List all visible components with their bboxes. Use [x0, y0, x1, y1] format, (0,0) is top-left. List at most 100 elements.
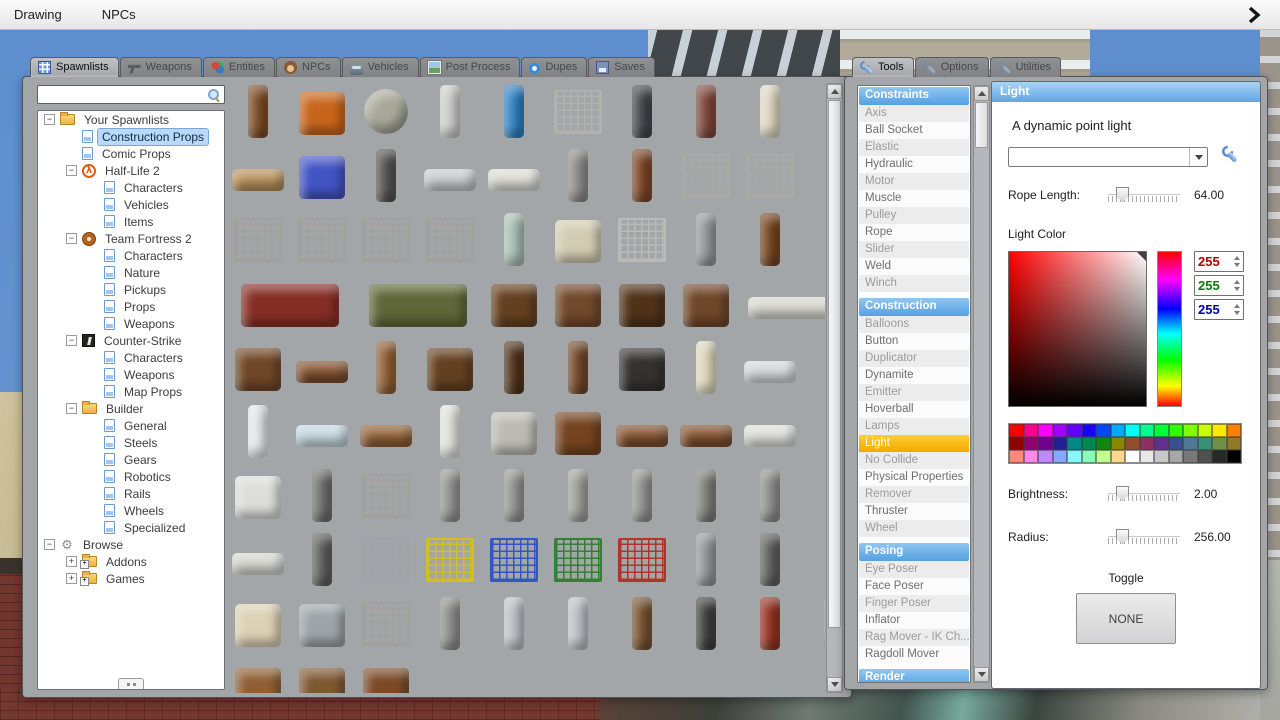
prop-cage-grey[interactable]: [357, 531, 415, 589]
prop-chest-of-drawers[interactable]: [549, 275, 607, 333]
tab-tools[interactable]: Tools: [852, 57, 914, 77]
tree-item-items[interactable]: Items: [38, 213, 224, 230]
prop-grid-scrollbar[interactable]: [826, 83, 843, 693]
palette-swatch[interactable]: [1125, 450, 1140, 463]
color-picker-square[interactable]: [1008, 251, 1147, 407]
prop-jail-bars[interactable]: [549, 83, 607, 141]
tree-item-weapons[interactable]: Weapons: [38, 366, 224, 383]
spinner-up-icon[interactable]: [1233, 256, 1240, 261]
tool-rope[interactable]: Rope: [859, 224, 969, 241]
palette-swatch[interactable]: [1052, 437, 1067, 450]
tool-ball-socket[interactable]: Ball Socket: [859, 122, 969, 139]
tool-rag-mover-ik-ch[interactable]: Rag Mover - IK Ch...: [859, 629, 969, 646]
prop-dark-barrel[interactable]: [677, 595, 735, 653]
prop-wood-table-2[interactable]: [677, 403, 735, 461]
prop-gas-canister-dark[interactable]: [613, 83, 671, 141]
prop-clothes-rack[interactable]: [357, 403, 415, 461]
tree-item-specialized[interactable]: Specialized: [38, 519, 224, 536]
palette-swatch[interactable]: [1183, 450, 1198, 463]
prop-table-3[interactable]: [357, 659, 415, 693]
prop-stone-pillar[interactable]: [677, 531, 735, 589]
prop-hydrant-pole[interactable]: [293, 531, 351, 589]
tool-emitter[interactable]: Emitter: [859, 384, 969, 401]
palette-swatch[interactable]: [1139, 424, 1154, 437]
prop-round-table[interactable]: [549, 403, 607, 461]
tool-wheel[interactable]: Wheel: [859, 520, 969, 537]
palette-swatch[interactable]: [1183, 424, 1198, 437]
prop-lampshade[interactable]: [229, 595, 287, 653]
palette-swatch[interactable]: [1023, 424, 1038, 437]
palette-swatch[interactable]: [1067, 437, 1082, 450]
tree-item-vehicles[interactable]: Vehicles: [38, 196, 224, 213]
prop-white-shelf-2[interactable]: [229, 531, 287, 589]
prop-faucet-pipe[interactable]: [485, 595, 543, 653]
palette-swatch[interactable]: [1009, 424, 1024, 437]
tab-vehicles[interactable]: Vehicles: [341, 57, 419, 77]
prop-hand-truck[interactable]: [741, 531, 799, 589]
prop-fountain[interactable]: [485, 211, 543, 269]
tool-ragdoll-mover[interactable]: Ragdoll Mover: [859, 646, 969, 663]
prop-radiator[interactable]: [741, 339, 799, 397]
tree-item-pickups[interactable]: Pickups: [38, 281, 224, 298]
tab-utilities[interactable]: Utilities: [989, 57, 1062, 77]
tree-expander[interactable]: −: [66, 233, 77, 244]
prop-bar-stool[interactable]: [229, 83, 287, 141]
tab-saves[interactable]: Saves: [588, 57, 655, 77]
palette-swatch[interactable]: [1139, 437, 1154, 450]
prop-metal-bed-frame[interactable]: [613, 211, 671, 269]
tree-expander[interactable]: −: [66, 403, 77, 414]
prop-pallet[interactable]: [229, 659, 287, 693]
prop-wire-fence-3[interactable]: [229, 211, 287, 269]
palette-swatch[interactable]: [1023, 450, 1038, 463]
rgb-spinner-r[interactable]: 255: [1194, 251, 1244, 272]
dropdown-arrow-icon[interactable]: [1189, 148, 1207, 166]
scroll-down-button[interactable]: [827, 677, 842, 692]
palette-swatch[interactable]: [1125, 424, 1140, 437]
palette-swatch[interactable]: [1139, 450, 1154, 463]
tool-no-collide[interactable]: No Collide: [859, 452, 969, 469]
palette-swatch[interactable]: [1197, 437, 1212, 450]
tree-item-general[interactable]: General: [38, 417, 224, 434]
prop-bathtub[interactable]: [549, 211, 607, 269]
palette-swatch[interactable]: [1110, 437, 1125, 450]
tool-winch[interactable]: Winch: [859, 275, 969, 292]
prop-small-cabinet[interactable]: [485, 339, 543, 397]
palette-swatch[interactable]: [1052, 450, 1067, 463]
chevron-right-icon[interactable]: [1244, 5, 1264, 25]
tool-motor[interactable]: Motor: [859, 173, 969, 190]
radius-slider[interactable]: [1108, 529, 1180, 545]
palette-swatch[interactable]: [1226, 450, 1241, 463]
palette-swatch[interactable]: [1226, 437, 1241, 450]
panel-resize-grip[interactable]: [118, 678, 144, 689]
palette-swatch[interactable]: [1081, 437, 1096, 450]
prop-water-heater[interactable]: [677, 211, 735, 269]
prop-metal-sign[interactable]: [421, 147, 479, 205]
tree-item-steels[interactable]: Steels: [38, 434, 224, 451]
palette-swatch[interactable]: [1212, 450, 1227, 463]
palette-swatch[interactable]: [1197, 424, 1212, 437]
prop-pulley-wheel[interactable]: [357, 83, 415, 141]
tree-item-characters[interactable]: Characters: [38, 179, 224, 196]
prop-gas-canister-red[interactable]: [677, 83, 735, 141]
spinner-down-icon[interactable]: [1233, 310, 1240, 315]
prop-wood-stove[interactable]: [613, 339, 671, 397]
prop-wood-shelf[interactable]: [229, 339, 287, 397]
tree-item-construction-props[interactable]: Construction Props: [38, 127, 224, 146]
palette-swatch[interactable]: [1096, 437, 1111, 450]
brightness-slider[interactable]: [1108, 486, 1180, 502]
tree-item-nature[interactable]: Nature: [38, 264, 224, 281]
tool-hydraulic[interactable]: Hydraulic: [859, 156, 969, 173]
menu-item-npcs[interactable]: NPCs: [102, 7, 136, 22]
palette-swatch[interactable]: [1212, 424, 1227, 437]
tool-balloons[interactable]: Balloons: [859, 316, 969, 333]
tool-elastic[interactable]: Elastic: [859, 139, 969, 156]
prop-coffee-table[interactable]: [293, 339, 351, 397]
scroll-up-button[interactable]: [827, 84, 842, 99]
tool-finger-poser[interactable]: Finger Poser: [859, 595, 969, 612]
palette-swatch[interactable]: [1067, 450, 1082, 463]
prop-wire-fence-bent[interactable]: [421, 211, 479, 269]
spinner-down-icon[interactable]: [1233, 262, 1240, 267]
prop-gravestone-3[interactable]: [549, 467, 607, 525]
prop-dresser[interactable]: [485, 275, 543, 333]
palette-swatch[interactable]: [1154, 437, 1169, 450]
